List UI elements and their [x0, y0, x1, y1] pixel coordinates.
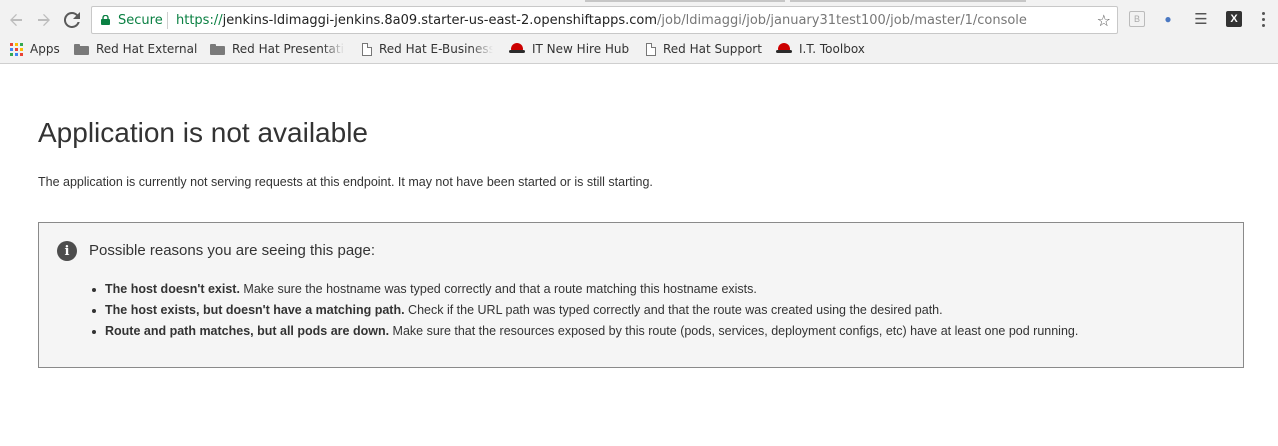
- bookmark-label: Red Hat E-Business: [379, 42, 493, 56]
- redhat-icon: [776, 42, 792, 56]
- browser-toolbar: Secure https://jenkins-ldimaggi-jenkins.…: [0, 0, 1278, 64]
- tab[interactable]: [585, 0, 785, 2]
- reason-title: The host exists, but doesn't have a matc…: [105, 303, 405, 317]
- extension-icon[interactable]: B: [1129, 11, 1145, 27]
- extension-icon[interactable]: ●: [1160, 11, 1176, 27]
- address-bar-divider: [167, 12, 168, 29]
- reason-text: Make sure that the resources exposed by …: [389, 324, 1079, 338]
- bookmark-red-hat-e-business[interactable]: Red Hat E-Business: [362, 41, 493, 57]
- bookmark-red-hat-presentations[interactable]: Red Hat Presentati: [210, 41, 345, 57]
- folder-icon: [210, 43, 225, 55]
- info-icon: i: [57, 241, 77, 261]
- forward-button[interactable]: [32, 8, 56, 32]
- bookmark-red-hat-external[interactable]: Red Hat External: [74, 41, 197, 57]
- reason-text: Check if the URL path was typed correctl…: [404, 303, 943, 317]
- bookmark-label: IT New Hire Hub: [532, 42, 630, 56]
- bookmark-red-hat-support[interactable]: Red Hat Support: [646, 41, 762, 57]
- list-item: The host doesn't exist. Make sure the ho…: [91, 279, 1078, 300]
- bookmark-it-new-hire-hub[interactable]: IT New Hire Hub: [509, 41, 629, 57]
- back-button[interactable]: [4, 8, 28, 32]
- reasons-heading: Possible reasons you are seeing this pag…: [89, 242, 376, 259]
- bookmark-label: Red Hat External: [96, 42, 198, 56]
- page-icon: [362, 42, 372, 56]
- secure-label[interactable]: Secure: [118, 13, 163, 28]
- extension-icon[interactable]: X: [1226, 11, 1242, 27]
- folder-icon: [74, 43, 89, 55]
- intro-text: The application is currently not serving…: [38, 175, 653, 189]
- redhat-icon: [509, 42, 525, 56]
- reasons-list: The host doesn't exist. Make sure the ho…: [91, 279, 1079, 342]
- bookmark-label: Apps: [30, 42, 60, 56]
- bookmark-label: I.T. Toolbox: [799, 42, 865, 56]
- bookmark-label: Red Hat Support: [663, 42, 762, 56]
- page-icon: [646, 42, 656, 56]
- reason-title: Route and path matches, but all pods are…: [105, 324, 390, 338]
- bookmarks-bar: Apps Red Hat External Red Hat Presentati…: [0, 38, 1278, 60]
- reason-text: Make sure the hostname was typed correct…: [239, 282, 757, 296]
- reload-icon: [64, 12, 80, 28]
- reason-title: The host doesn't exist.: [105, 282, 240, 296]
- forward-arrow-icon: [38, 14, 50, 26]
- reading-list-icon[interactable]: ☰: [1193, 11, 1209, 28]
- url-host: jenkins-ldimaggi-jenkins.8a09.starter-us…: [222, 13, 658, 28]
- url-text[interactable]: https://jenkins-ldimaggi-jenkins.8a09.st…: [176, 13, 1027, 28]
- star-icon[interactable]: ☆: [1097, 11, 1111, 30]
- url-path: /job/ldimaggi/job/january31test100/job/m…: [657, 13, 1027, 28]
- bookmark-apps[interactable]: Apps: [10, 41, 60, 57]
- tab-strip: [0, 0, 1278, 3]
- bookmark-it-toolbox[interactable]: I.T. Toolbox: [776, 41, 865, 57]
- list-item: Route and path matches, but all pods are…: [91, 321, 1079, 342]
- tab[interactable]: [790, 0, 1026, 2]
- lock-icon: [101, 15, 110, 25]
- list-item: The host exists, but doesn't have a matc…: [91, 300, 1078, 321]
- url-scheme: https://: [176, 13, 223, 28]
- reload-button[interactable]: [60, 8, 84, 32]
- back-arrow-icon: [10, 14, 22, 26]
- bookmark-label: Red Hat Presentati: [232, 42, 344, 56]
- reasons-panel: i Possible reasons you are seeing this p…: [38, 222, 1244, 368]
- apps-grid-icon: [10, 42, 23, 56]
- address-bar[interactable]: Secure https://jenkins-ldimaggi-jenkins.…: [91, 6, 1118, 34]
- page-title: Application is not available: [38, 117, 368, 148]
- browser-menu-icon[interactable]: [1255, 9, 1271, 29]
